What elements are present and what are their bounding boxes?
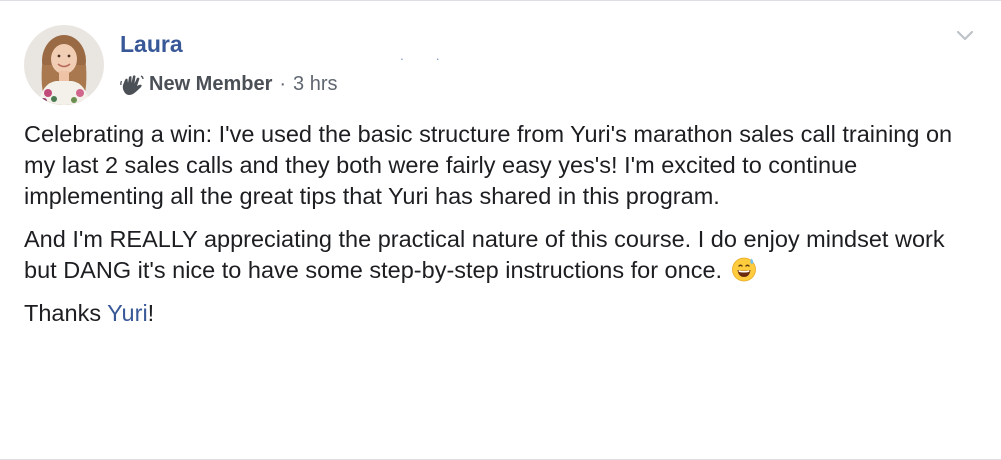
author-avatar[interactable] xyxy=(24,25,104,105)
meta-separator: · xyxy=(279,73,287,95)
post-timestamp[interactable]: 3 hrs xyxy=(293,73,337,96)
group-post: Laura . . New Member · 3 hrs Celebrating… xyxy=(0,0,1001,460)
thanks-text: Thanks xyxy=(24,300,108,326)
post-meta: New Member · 3 hrs xyxy=(120,73,338,96)
post-body: Celebrating a win: I've used the basic s… xyxy=(24,119,974,341)
post-paragraph-2-wrapper: And I'm REALLY appreciating the practica… xyxy=(24,224,974,286)
waving-hand-icon xyxy=(120,74,144,96)
post-paragraph-2: And I'm REALLY appreciating the practica… xyxy=(24,226,945,283)
thanks-suffix: ! xyxy=(147,300,155,326)
faint-dots: . . xyxy=(400,47,454,63)
mention-link-yuri[interactable]: Yuri xyxy=(107,300,148,326)
grinning-sweat-emoji xyxy=(731,256,757,282)
post-paragraph-1: Celebrating a win: I've used the basic s… xyxy=(24,121,953,209)
member-badge[interactable]: New Member xyxy=(149,73,272,96)
author-name[interactable]: Laura xyxy=(120,31,183,58)
avatar-photo xyxy=(24,25,104,105)
chevron-down-icon[interactable] xyxy=(955,29,975,43)
post-thanks-line: Thanks Yuri! xyxy=(24,298,974,329)
